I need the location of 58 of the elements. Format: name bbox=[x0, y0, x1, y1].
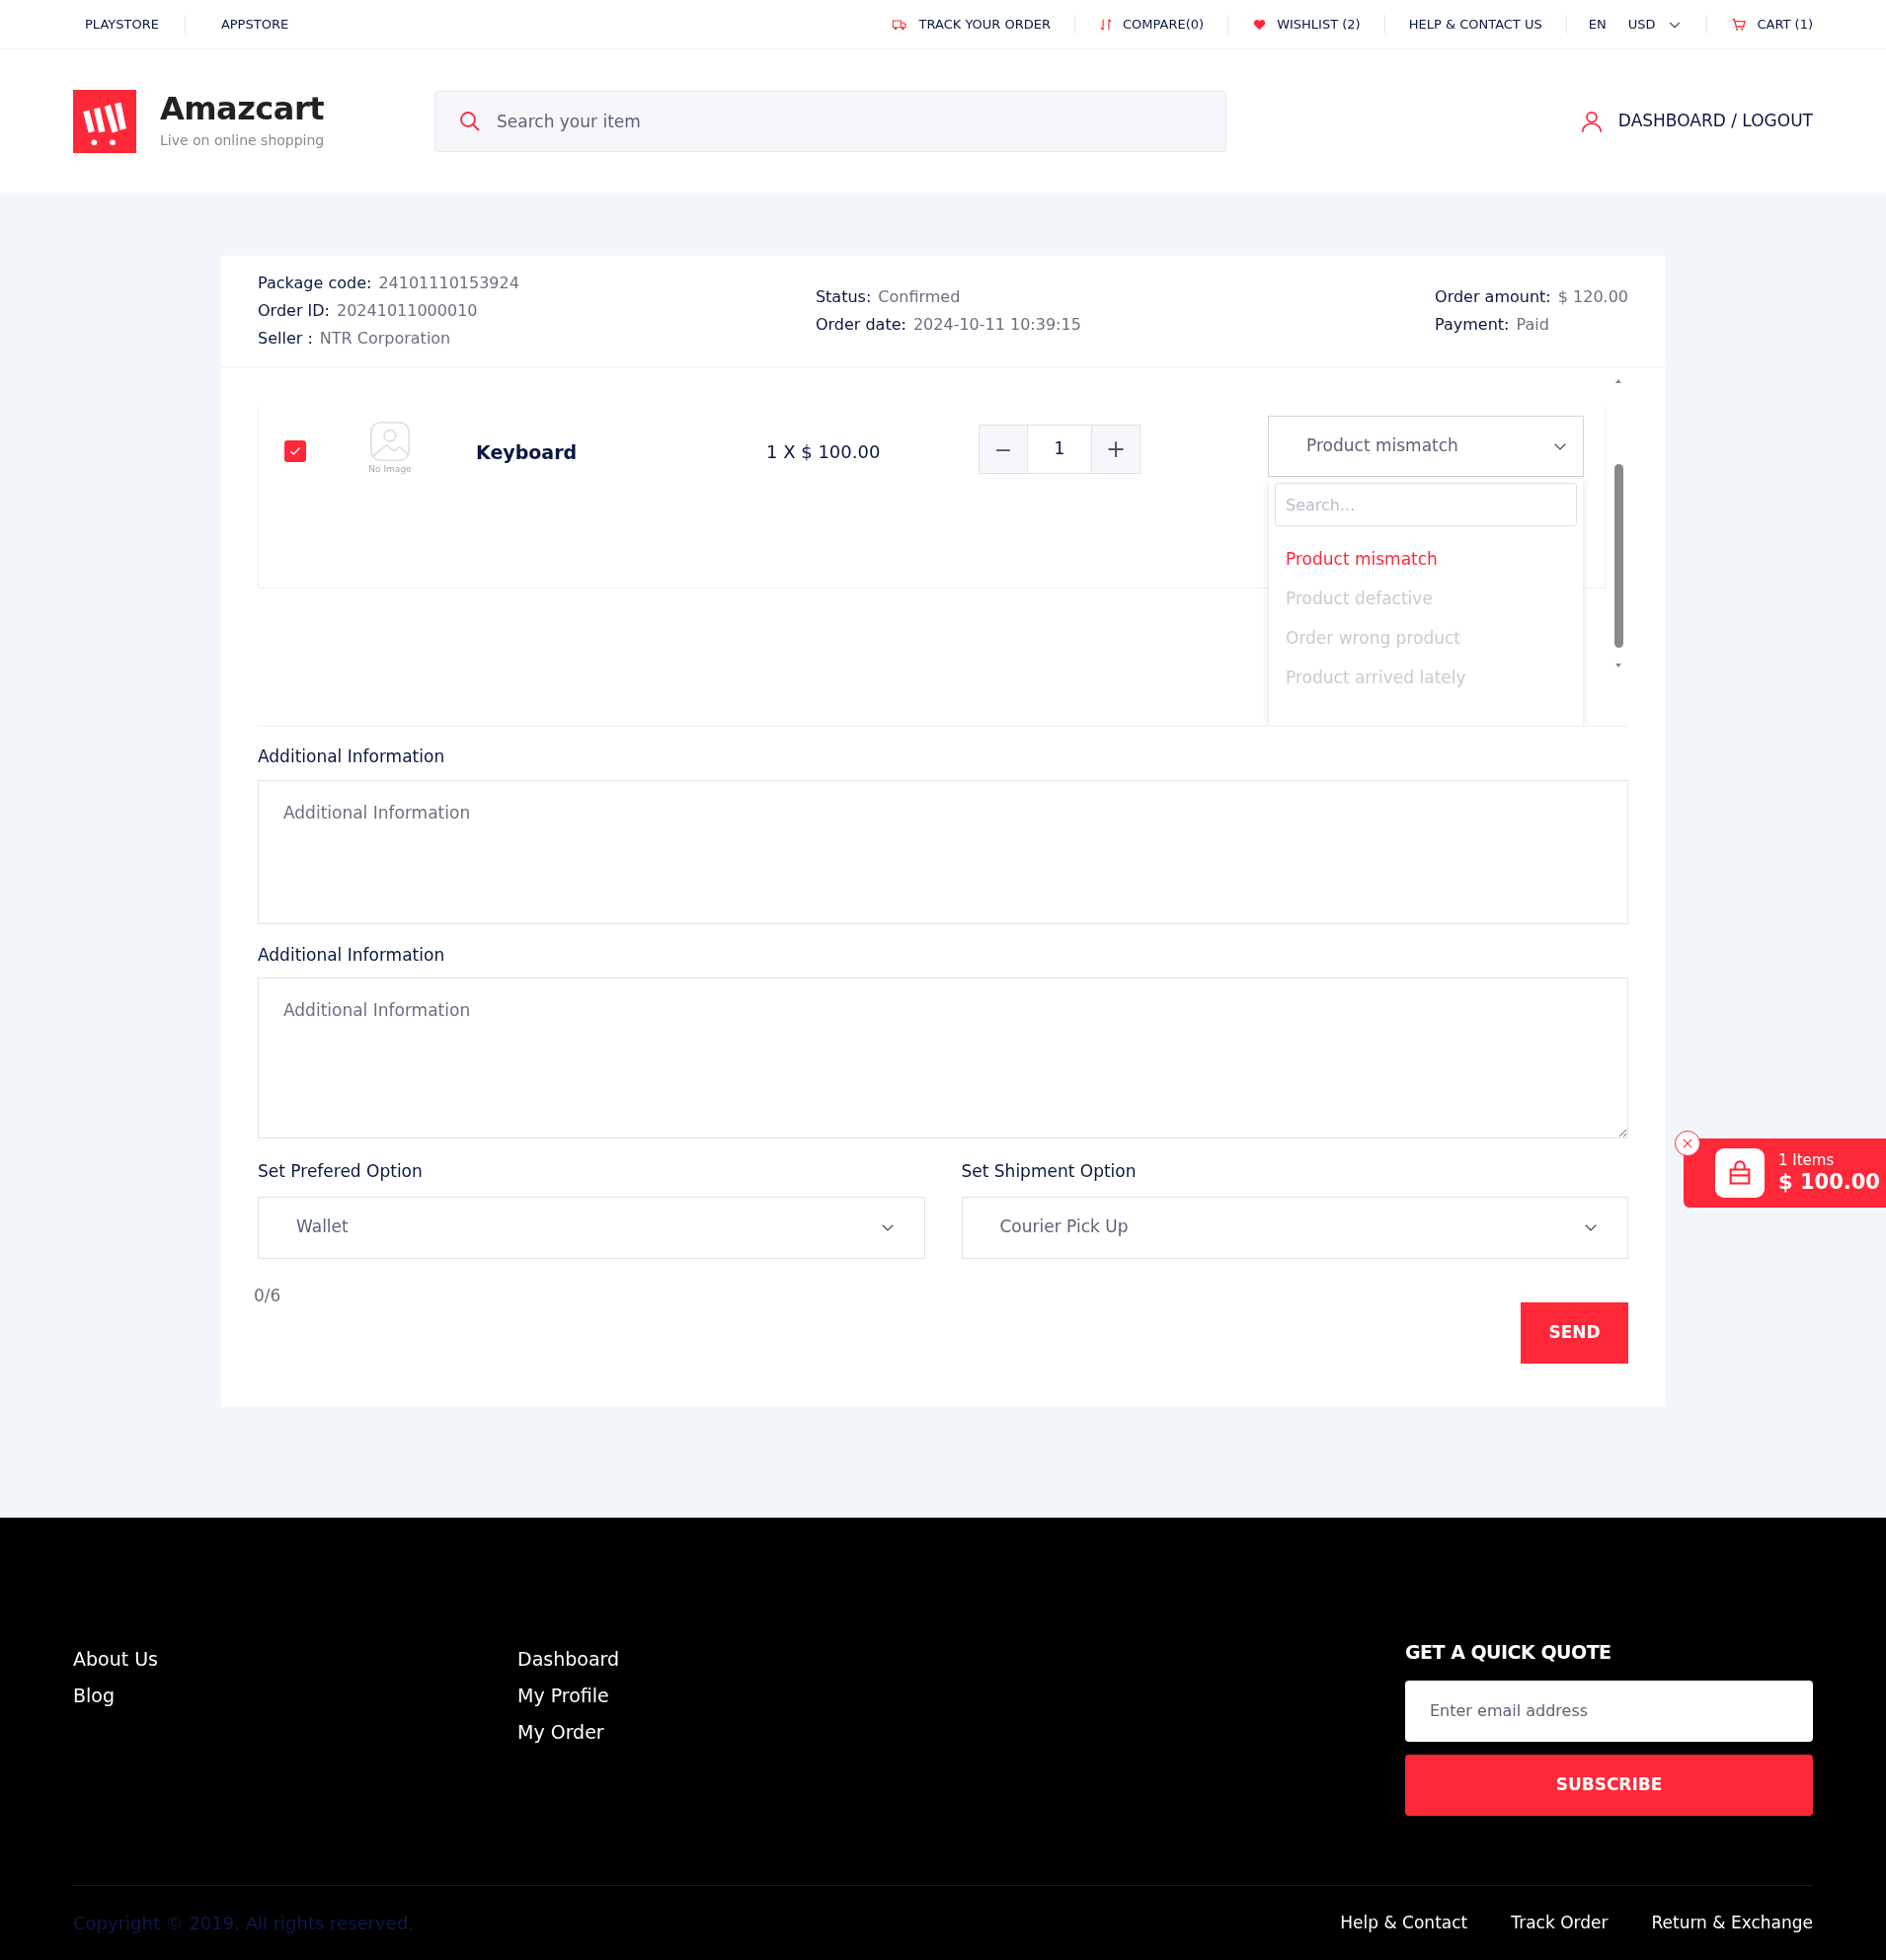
floating-cart[interactable]: 1 Items $ 100.00 bbox=[1684, 1138, 1886, 1208]
account-link[interactable]: DASHBOARD / LOGOUT bbox=[1578, 108, 1813, 134]
field-label: Set Prefered Option bbox=[258, 1160, 424, 1183]
field-label: Set Shipment Option bbox=[961, 1160, 1138, 1183]
footer-link[interactable]: Blog bbox=[73, 1683, 517, 1708]
dropdown-option[interactable]: Product mismatch bbox=[1286, 540, 1577, 580]
footer-link[interactable]: Dashboard bbox=[517, 1646, 1405, 1672]
quote-title: GET A QUICK QUOTE bbox=[1405, 1640, 1612, 1665]
field-label: Order date: bbox=[815, 314, 906, 336]
logo-name: Amazcart bbox=[160, 91, 325, 126]
subscribe-button[interactable]: SUBSCRIBE bbox=[1405, 1754, 1813, 1816]
top-nav-link[interactable]: COMPARE(0) bbox=[1074, 14, 1228, 35]
field-label: Order amount: bbox=[1435, 286, 1551, 308]
product-price: 1 X $ 100.00 bbox=[766, 440, 882, 464]
field-label: Additional Information bbox=[258, 745, 446, 768]
product-name: Keyboard bbox=[476, 440, 579, 465]
currency-dropdown[interactable]: USD bbox=[1627, 14, 1707, 35]
field-value: 2024-10-11 10:39:15 bbox=[912, 314, 1081, 336]
field-value: Paid bbox=[1516, 314, 1549, 336]
field-value: NTR Corporation bbox=[319, 328, 451, 350]
select-dropdown[interactable]: Wallet bbox=[258, 1196, 925, 1259]
cart-link[interactable]: CART (1) bbox=[1706, 14, 1813, 35]
store-link[interactable]: APPSTORE bbox=[184, 14, 301, 35]
footer-link[interactable]: My Profile bbox=[517, 1683, 1405, 1708]
top-nav-link[interactable]: TRACK YOUR ORDER bbox=[865, 14, 1075, 35]
field-label: Additional Information bbox=[258, 943, 446, 967]
search-field[interactable]: Search your item bbox=[434, 90, 1226, 152]
field-value: 24101110153924 bbox=[378, 273, 519, 294]
email-field[interactable]: Enter email address bbox=[1405, 1680, 1813, 1742]
field-value: $ 120.00 bbox=[1557, 286, 1628, 308]
text-area[interactable]: Additional Information bbox=[258, 978, 1628, 1138]
logo-tagline: Live on online shopping bbox=[160, 131, 325, 150]
image-caption: No Image bbox=[368, 464, 412, 474]
copyright-text: Copyright © 2019. All rights reserved. bbox=[73, 1912, 414, 1935]
store-link[interactable]: PLAYSTORE bbox=[73, 14, 171, 35]
text-area[interactable]: Additional Information bbox=[258, 779, 1628, 924]
field-label: Package code: bbox=[258, 273, 372, 294]
language-selector[interactable]: EN bbox=[1565, 14, 1628, 35]
field-value: Confirmed bbox=[878, 286, 961, 308]
footer-bottom-link[interactable]: Help & Contact bbox=[1340, 1910, 1468, 1936]
field-value: 20241011000010 bbox=[337, 300, 478, 322]
cart-total: $ 100.00 bbox=[1778, 1169, 1880, 1195]
field-label: Status: bbox=[815, 286, 872, 308]
field-label: Seller : bbox=[258, 328, 313, 350]
field-label: Payment: bbox=[1435, 314, 1510, 336]
dropdown-search-field[interactable]: Search... bbox=[1275, 483, 1577, 526]
select-dropdown[interactable]: Courier Pick Up bbox=[961, 1196, 1628, 1259]
send-button[interactable]: SEND bbox=[1521, 1302, 1628, 1364]
footer-bottom-link[interactable]: Return & Exchange bbox=[1651, 1910, 1813, 1936]
top-nav-link[interactable]: HELP & CONTACT US bbox=[1383, 14, 1566, 35]
cart-items-count: 1 Items bbox=[1778, 1151, 1836, 1169]
top-nav-link[interactable]: WISHLIST (2) bbox=[1227, 14, 1384, 35]
field-label: Order ID: bbox=[258, 300, 330, 322]
footer-bottom-link[interactable]: Track Order bbox=[1511, 1910, 1609, 1936]
footer-link[interactable]: My Order bbox=[517, 1719, 1405, 1745]
footer-link[interactable]: About Us bbox=[73, 1646, 517, 1672]
character-counter: 0/6 bbox=[254, 1284, 282, 1307]
reason-dropdown[interactable]: Product mismatch bbox=[1268, 416, 1584, 477]
